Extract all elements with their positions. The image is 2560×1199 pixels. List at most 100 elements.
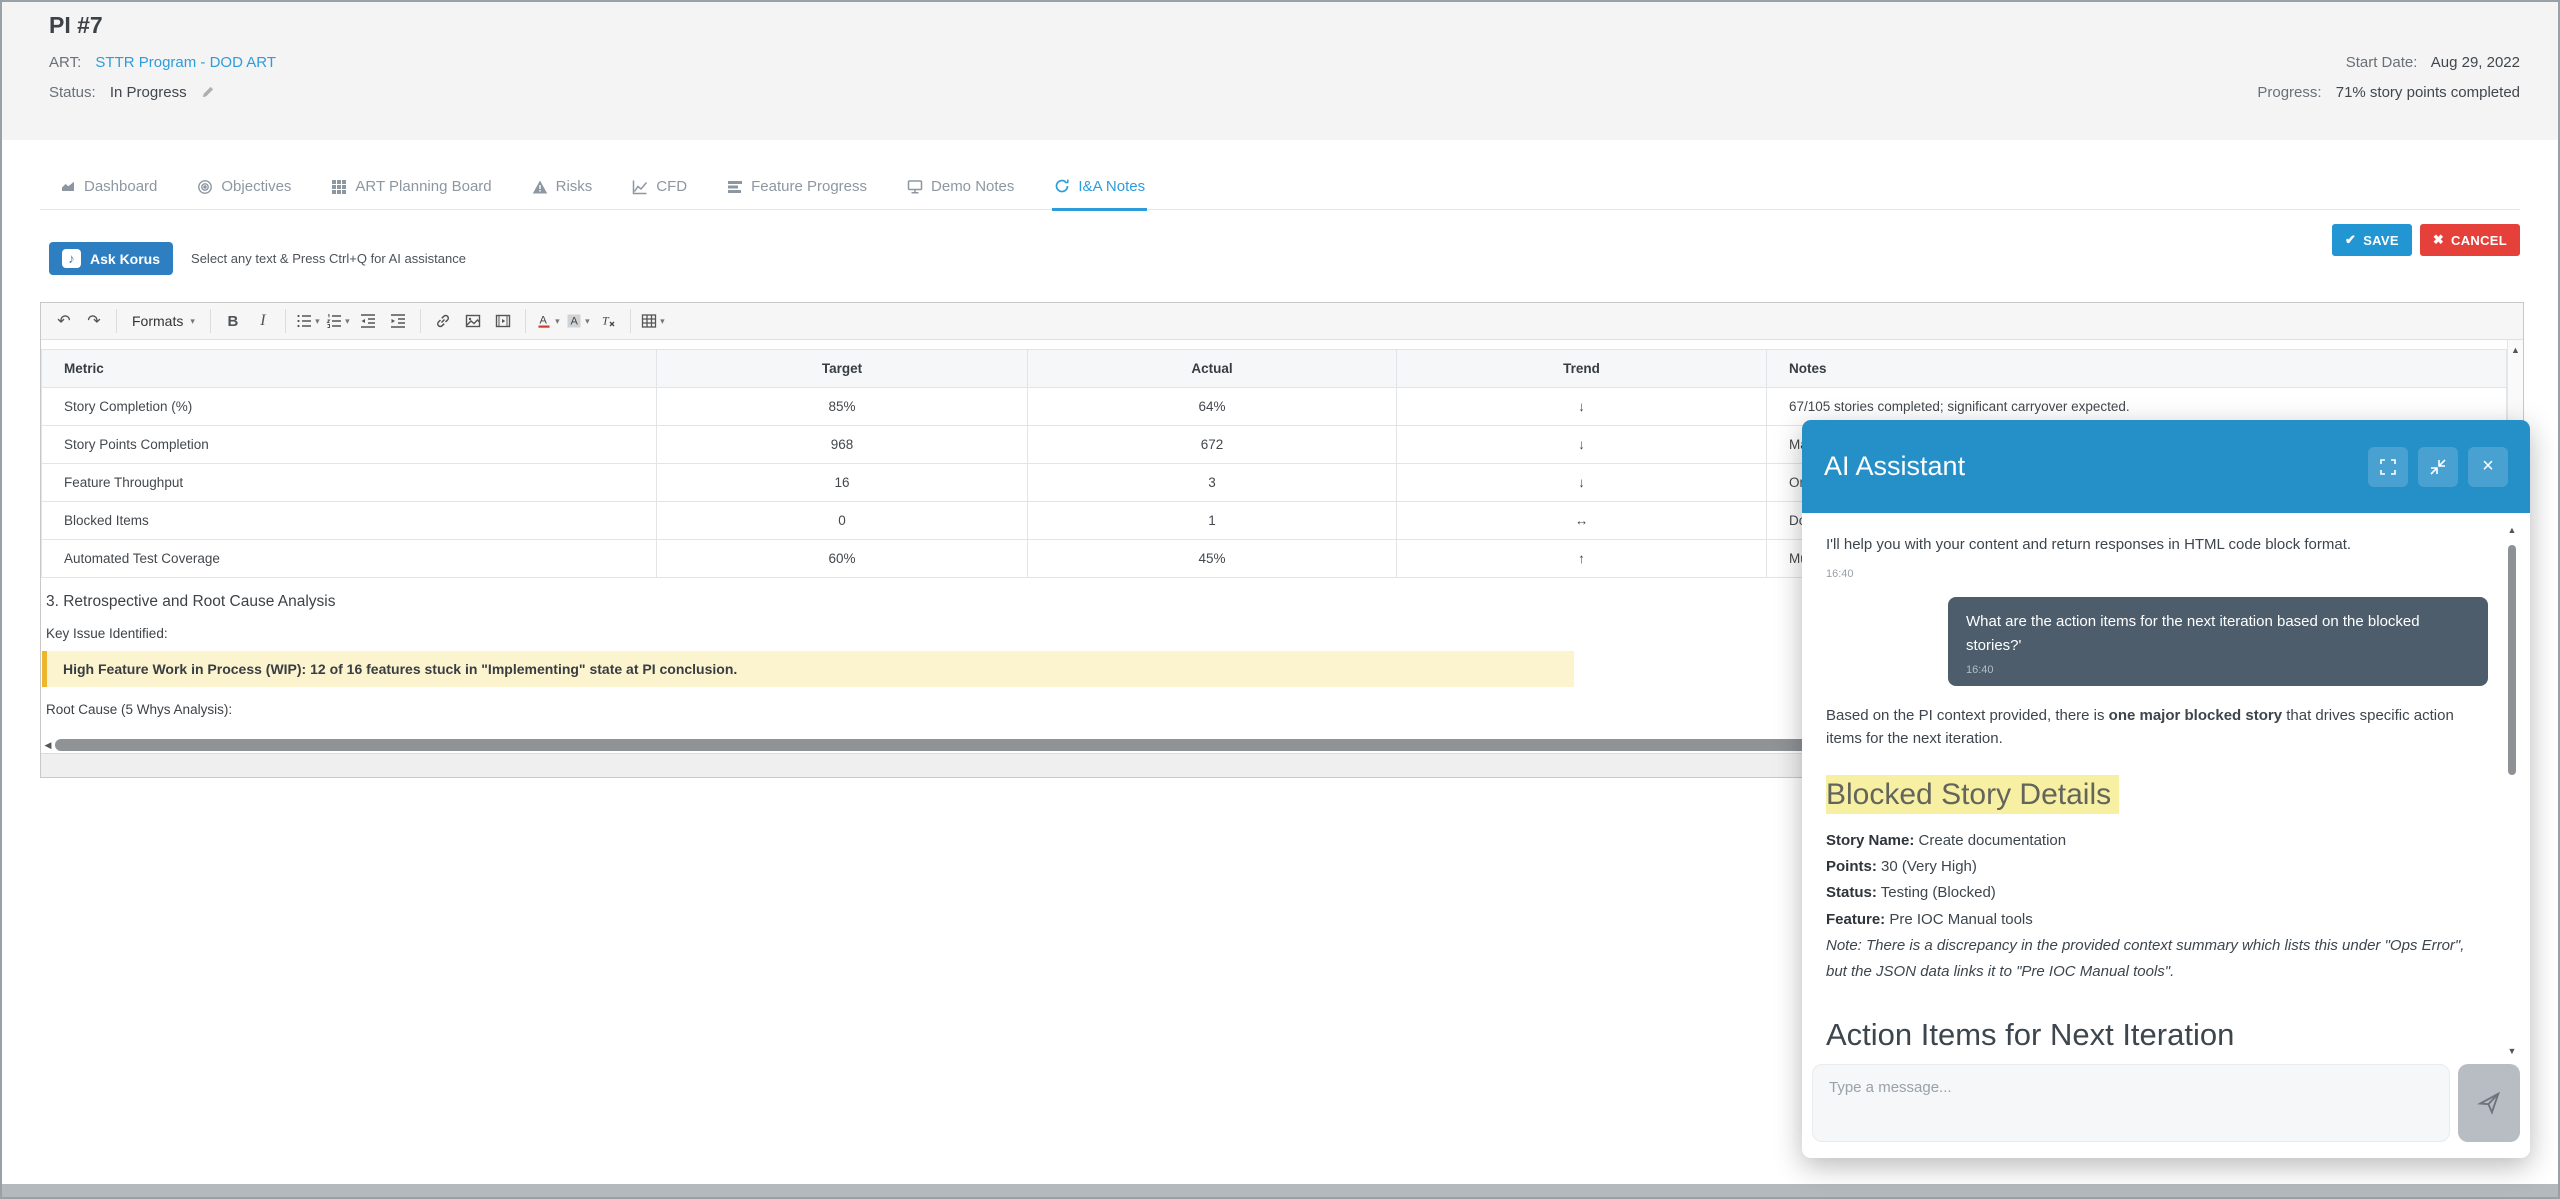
objectives-icon xyxy=(197,179,213,195)
status-label: Status: xyxy=(49,84,96,101)
status-row: Status: In Progress xyxy=(49,84,215,103)
cancel-button[interactable]: ✖ CANCEL xyxy=(2420,224,2520,256)
tab-art-planning-board[interactable]: ART Planning Board xyxy=(329,170,493,209)
formats-dropdown[interactable]: Formats ▾ xyxy=(124,313,203,329)
media-icon[interactable] xyxy=(488,307,518,335)
text-color-icon[interactable]: A ▾ xyxy=(533,307,563,335)
trend-down-icon: ↓ xyxy=(1397,388,1767,426)
scroll-up-icon[interactable]: ▲ xyxy=(2508,340,2523,355)
tab-risks[interactable]: Risks xyxy=(530,170,595,209)
col-trend: Trend xyxy=(1397,350,1767,388)
korus-row: ♪ Ask Korus Select any text & Press Ctrl… xyxy=(49,242,466,275)
outdent-icon[interactable] xyxy=(353,307,383,335)
trend-flat-icon: ↔ xyxy=(1397,502,1767,540)
compress-icon xyxy=(2429,458,2447,476)
close-button[interactable]: × xyxy=(2468,447,2508,487)
korus-note-icon: ♪ xyxy=(62,249,81,268)
chevron-down-icon: ▾ xyxy=(555,316,560,327)
korus-hint: Select any text & Press Ctrl+Q for AI as… xyxy=(191,251,466,266)
chevron-down-icon: ▾ xyxy=(190,316,195,327)
blocked-story-details: Story Name: Create documentation Points:… xyxy=(1826,828,2488,986)
chat-history[interactable]: I'll help you with your content and retu… xyxy=(1802,513,2530,1064)
link-icon[interactable] xyxy=(428,307,458,335)
trend-down-icon: ↓ xyxy=(1397,464,1767,502)
image-icon[interactable] xyxy=(458,307,488,335)
editor-toolbar: ↶ ↷ Formats ▾ B I ▾ ▾ xyxy=(41,303,2523,340)
clear-formatting-icon[interactable]: T xyxy=(593,307,623,335)
table-icon[interactable]: ▾ xyxy=(638,307,668,335)
fullscreen-icon xyxy=(2379,458,2397,476)
bottom-bar xyxy=(2,1184,2558,1197)
art-link[interactable]: STTR Program - DOD ART xyxy=(95,54,276,71)
chevron-down-icon: ▾ xyxy=(345,316,350,327)
undo-icon[interactable]: ↶ xyxy=(49,307,79,335)
indent-icon[interactable] xyxy=(383,307,413,335)
detail-line: Feature: Pre IOC Manual tools xyxy=(1826,907,2488,933)
bold-icon[interactable]: B xyxy=(218,307,248,335)
send-plane-icon xyxy=(2475,1089,2503,1117)
svg-text:T: T xyxy=(602,314,610,328)
ai-panel-header: AI Assistant × xyxy=(1802,420,2530,513)
detail-line: Status: Testing (Blocked) xyxy=(1826,880,2488,906)
tab-bar: Dashboard Objectives ART Planning Board … xyxy=(40,170,2520,210)
ai-assistant-panel: AI Assistant × I'll help you with your c… xyxy=(1802,420,2530,1158)
status-value: In Progress xyxy=(110,84,187,101)
key-issue-callout: High Feature Work in Process (WIP): 12 o… xyxy=(42,651,1574,687)
tab-cfd[interactable]: CFD xyxy=(630,170,689,209)
start-date-row: Start Date: Aug 29, 2022 xyxy=(2346,54,2520,71)
scroll-down-icon[interactable]: ▼ xyxy=(2506,1046,2518,1056)
chevron-down-icon: ▾ xyxy=(660,316,665,327)
chat-scrollbar[interactable]: ▲ ▼ xyxy=(2506,525,2518,1056)
dashboard-icon xyxy=(60,179,76,195)
fullscreen-button[interactable] xyxy=(2368,447,2408,487)
redo-icon[interactable]: ↷ xyxy=(79,307,109,335)
chat-scroll-thumb[interactable] xyxy=(2508,545,2516,775)
scroll-left-icon[interactable]: ◀ xyxy=(41,740,55,751)
detail-line: Story Name: Create documentation xyxy=(1826,828,2488,854)
message-timestamp: 16:40 xyxy=(1826,566,2488,583)
tab-ia-notes[interactable]: I&A Notes xyxy=(1052,170,1147,211)
chat-input-row xyxy=(1812,1064,2520,1142)
art-row: ART: STTR Program - DOD ART xyxy=(49,54,276,71)
background-color-icon[interactable]: A ▾ xyxy=(563,307,593,335)
italic-icon[interactable]: I xyxy=(248,307,278,335)
close-icon: × xyxy=(2482,455,2494,478)
risk-warning-icon xyxy=(532,179,548,195)
bullet-list-icon[interactable]: ▾ xyxy=(293,307,323,335)
art-label: ART: xyxy=(49,54,81,71)
col-target: Target xyxy=(657,350,1028,388)
minimize-button[interactable] xyxy=(2418,447,2458,487)
tab-dashboard[interactable]: Dashboard xyxy=(58,170,159,209)
start-date-value: Aug 29, 2022 xyxy=(2431,54,2520,71)
progress-row: Progress: 71% story points completed xyxy=(2257,84,2520,101)
user-message-bubble: What are the action items for the next i… xyxy=(1948,597,2488,686)
assistant-message: Based on the PI context provided, there … xyxy=(1826,704,2488,751)
chevron-down-icon: ▾ xyxy=(585,316,590,327)
check-icon: ✔ xyxy=(2345,232,2356,248)
tab-feature-progress[interactable]: Feature Progress xyxy=(725,170,869,209)
ask-korus-button[interactable]: ♪ Ask Korus xyxy=(49,242,173,275)
svg-text:A: A xyxy=(571,316,579,328)
page-title: PI #7 xyxy=(49,12,103,39)
monitor-icon xyxy=(907,179,923,195)
progress-value: 71% story points completed xyxy=(2336,84,2520,101)
cross-icon: ✖ xyxy=(2433,232,2444,248)
save-button[interactable]: ✔ SAVE xyxy=(2332,224,2412,256)
tab-objectives[interactable]: Objectives xyxy=(195,170,293,209)
tab-demo-notes[interactable]: Demo Notes xyxy=(905,170,1016,209)
trend-down-icon: ↓ xyxy=(1397,426,1767,464)
numbered-list-icon[interactable]: ▾ xyxy=(323,307,353,335)
send-button[interactable] xyxy=(2458,1064,2520,1142)
start-date-label: Start Date: xyxy=(2346,54,2418,71)
edit-status-pencil-icon[interactable] xyxy=(201,85,215,103)
svg-text:A: A xyxy=(540,315,548,327)
cfd-chart-icon xyxy=(632,179,648,195)
message-timestamp: 16:40 xyxy=(1966,662,2470,679)
sync-icon xyxy=(1054,178,1070,194)
scroll-up-icon[interactable]: ▲ xyxy=(2506,525,2518,535)
planning-board-icon xyxy=(331,179,347,195)
col-notes: Notes xyxy=(1767,350,2507,388)
col-actual: Actual xyxy=(1028,350,1397,388)
message-input[interactable] xyxy=(1812,1064,2450,1142)
blocked-story-heading: Blocked Story Details xyxy=(1826,776,2488,814)
